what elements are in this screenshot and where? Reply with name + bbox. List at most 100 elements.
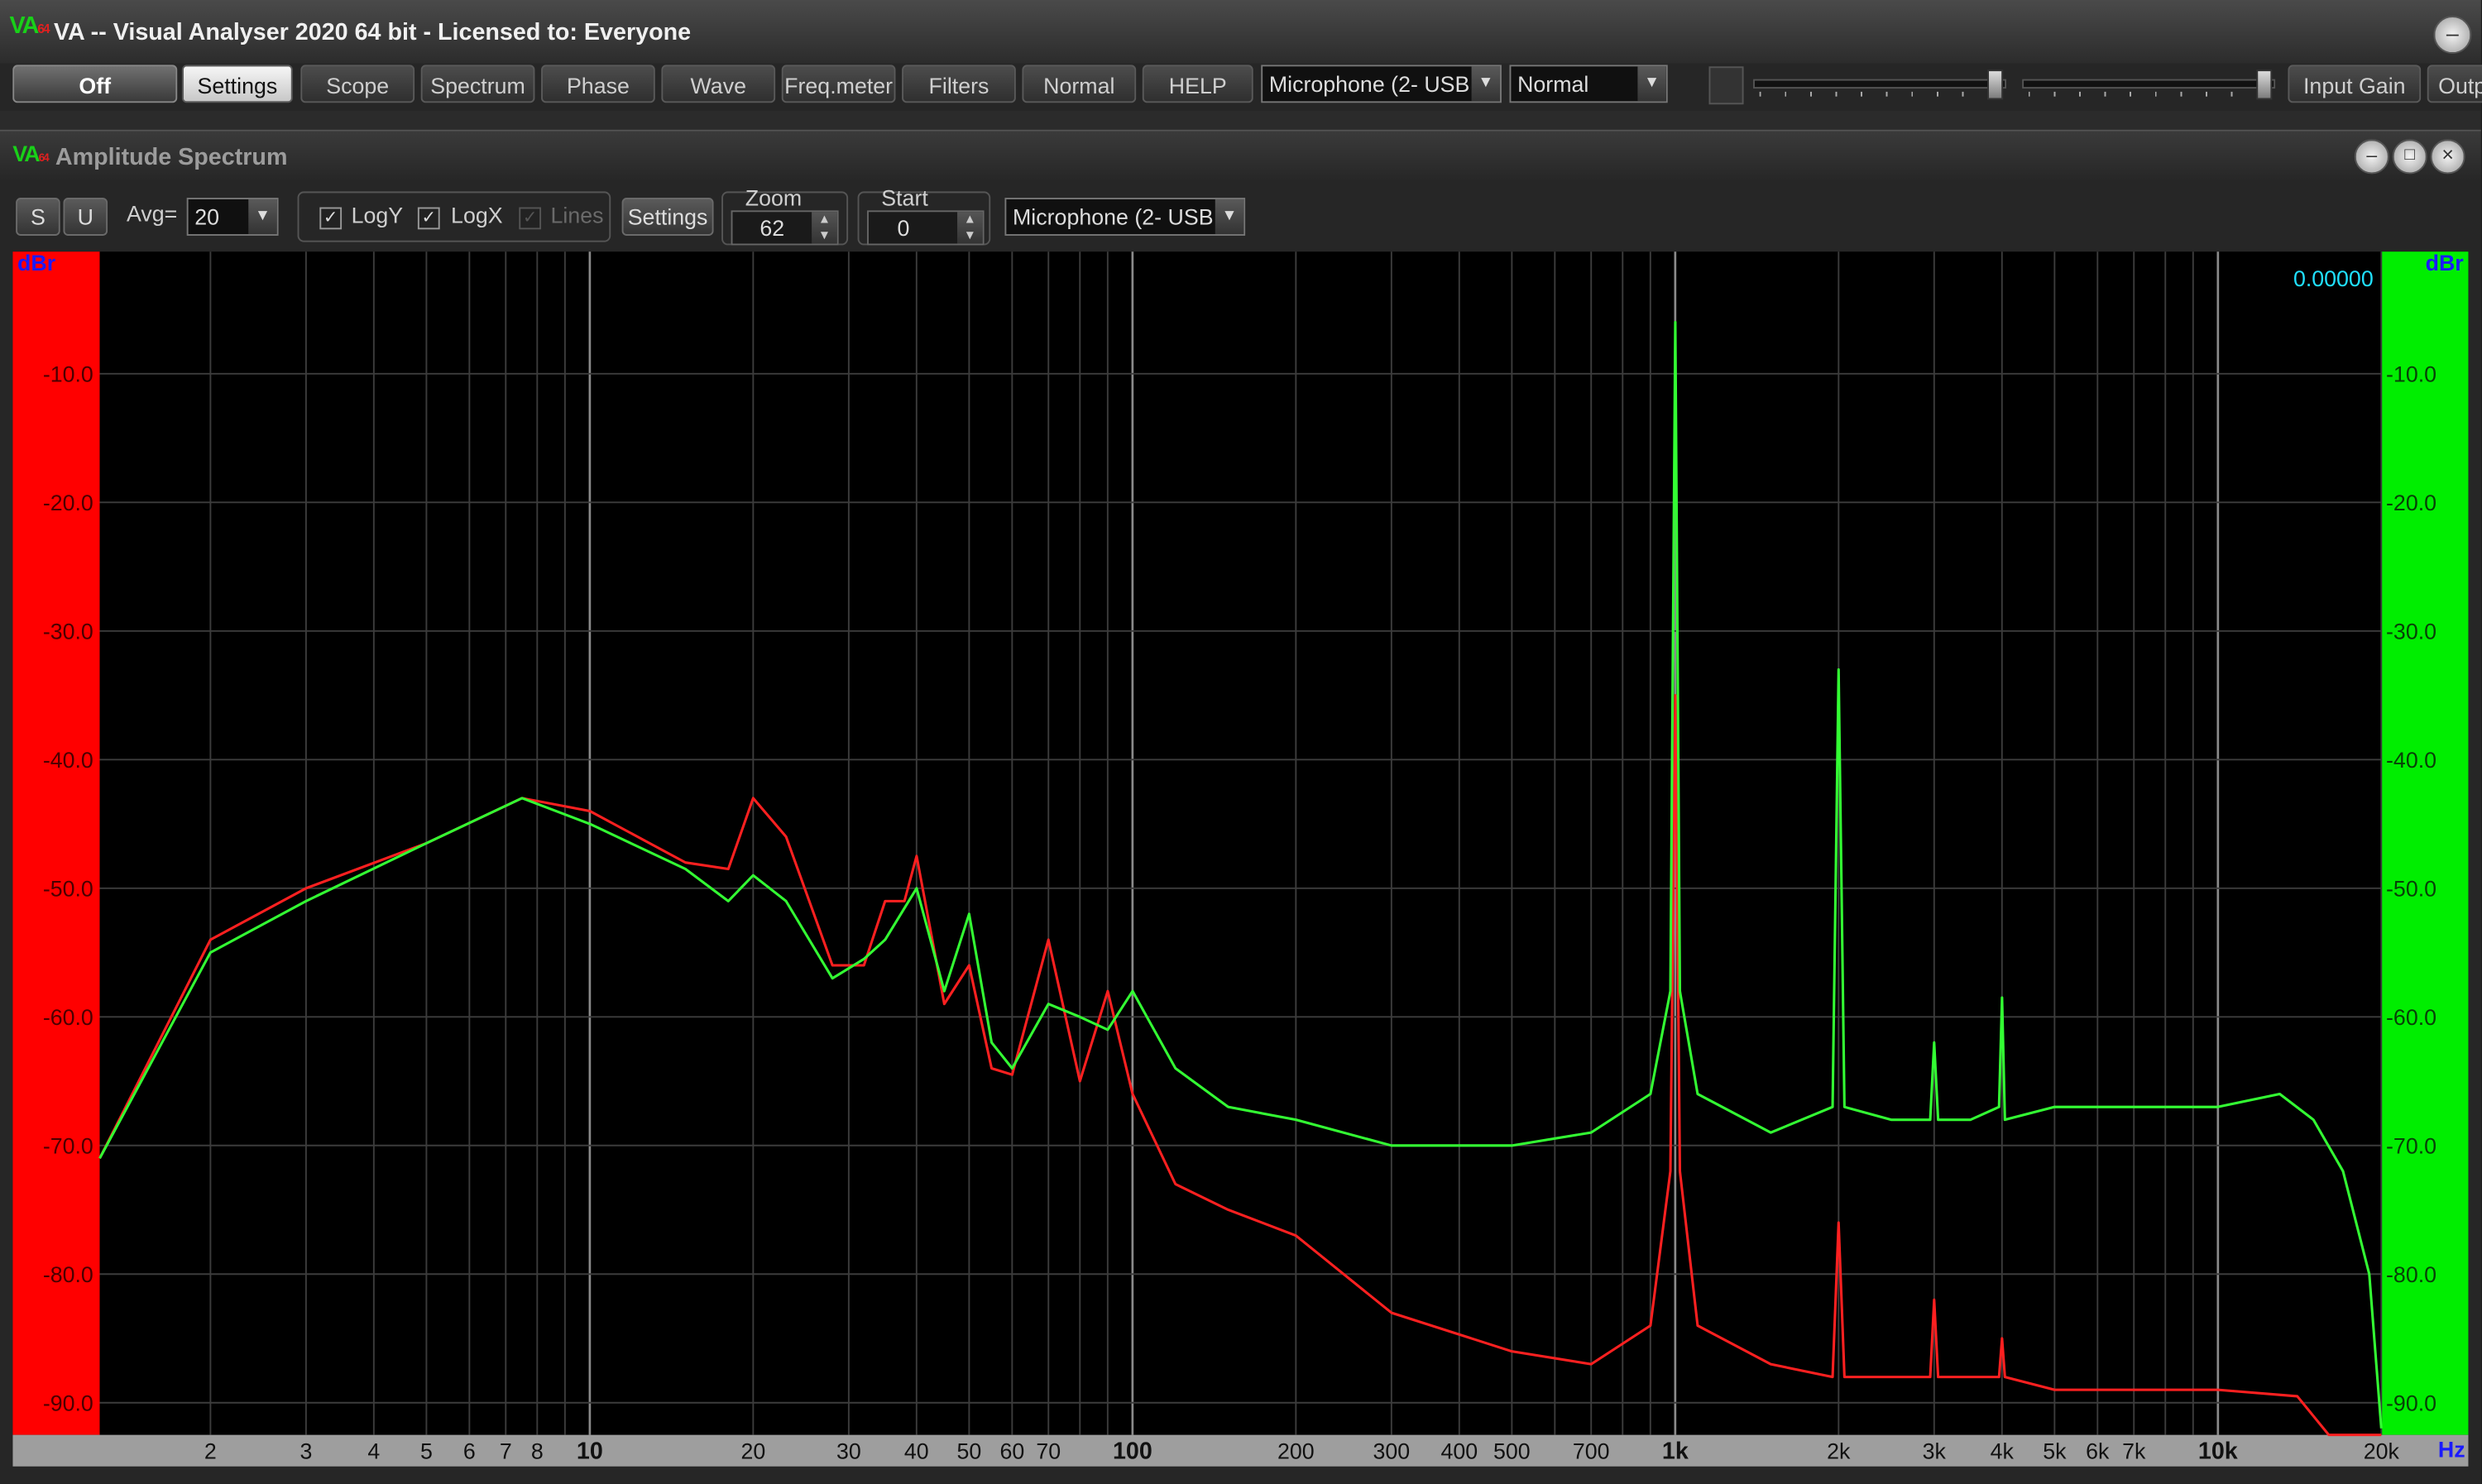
x-tick-label: 5 bbox=[420, 1439, 433, 1463]
x-tick-label: 2 bbox=[204, 1439, 217, 1463]
y-tick-label-left: -90.0 bbox=[43, 1391, 93, 1415]
y-tick-label-right: -90.0 bbox=[2386, 1391, 2436, 1415]
avg-label: Avg= bbox=[126, 200, 178, 227]
y-tick-label-left: -30.0 bbox=[43, 619, 93, 644]
y-tick-label-right: -60.0 bbox=[2386, 1005, 2436, 1030]
spin-arrows-icon[interactable]: ▲ ▼ bbox=[812, 212, 837, 244]
x-tick-label: 700 bbox=[1573, 1439, 1610, 1463]
spectrum-window-title: Amplitude Spectrum bbox=[55, 144, 288, 171]
toolbar-spacer bbox=[1708, 66, 1744, 105]
avg-select[interactable]: 20 ▼ bbox=[186, 198, 279, 236]
phase-button[interactable]: Phase bbox=[541, 65, 655, 103]
x-tick-label: 10k bbox=[2198, 1438, 2238, 1464]
title-bar: VA64 VA -- Visual Analyser 2020 64 bit -… bbox=[0, 0, 2481, 64]
y-tick-label-left: -40.0 bbox=[43, 748, 93, 773]
x-tick-label: 40 bbox=[904, 1439, 929, 1463]
settings-button[interactable]: Settings bbox=[181, 65, 293, 103]
x-tick-label: 60 bbox=[999, 1439, 1024, 1463]
right-level-bar bbox=[2381, 251, 2469, 1435]
left-gain-slider[interactable] bbox=[1753, 69, 2007, 101]
mode-select[interactable]: Normal ▼ bbox=[1509, 65, 1668, 103]
y-tick-label-left: -50.0 bbox=[43, 876, 93, 901]
u-button[interactable]: U bbox=[63, 198, 108, 236]
avg-value: 20 bbox=[194, 203, 220, 230]
lines-checkbox[interactable]: ✓ bbox=[519, 207, 542, 230]
output-button[interactable]: Outp bbox=[2427, 65, 2482, 103]
start-spinner[interactable]: 0 ▲ ▼ bbox=[867, 210, 985, 246]
x-tick-label: 20 bbox=[740, 1439, 765, 1463]
spectrum-chart-svg[interactable]: -10.0 -10.0 -20.0 -20.0 -30.0 -30.0 -40.0 -40.0… bbox=[12, 251, 2469, 1467]
freqmeter-button[interactable]: Freq.meter bbox=[781, 65, 896, 103]
y-tick-label-left: -70.0 bbox=[43, 1133, 93, 1158]
spectrum-plot[interactable]: -10.0 -10.0 -20.0 -20.0 -30.0 -30.0 -40.0 -40.0… bbox=[12, 251, 2469, 1467]
filters-button[interactable]: Filters bbox=[902, 65, 1016, 103]
s-button[interactable]: S bbox=[16, 198, 60, 236]
lines-label: Lines bbox=[550, 202, 604, 228]
y-tick-label-right: -10.0 bbox=[2386, 361, 2436, 386]
y-tick-label-right: -30.0 bbox=[2386, 619, 2436, 644]
logx-checkbox[interactable]: ✓ bbox=[417, 207, 440, 230]
x-tick-label: 200 bbox=[1277, 1439, 1315, 1463]
x-tick-label: 50 bbox=[957, 1439, 982, 1463]
minimize-icon[interactable]: – bbox=[2433, 16, 2472, 55]
minimize-icon[interactable]: – bbox=[2354, 139, 2389, 175]
y-tick-label-right: -50.0 bbox=[2386, 876, 2436, 901]
scope-button[interactable]: Scope bbox=[300, 65, 415, 103]
y-axis-label-left: dBr bbox=[17, 251, 56, 275]
x-tick-label: 20k bbox=[2364, 1439, 2400, 1463]
spectrum-title-bar: VA64 Amplitude Spectrum – □ × bbox=[0, 131, 2481, 182]
wave-button[interactable]: Wave bbox=[661, 65, 776, 103]
logy-label: LogY bbox=[351, 202, 404, 228]
spectrum-toolbar: S U Avg= 20 ▼ ✓ LogY ✓ LogX ✓ Lines Sett… bbox=[0, 182, 2481, 251]
y-tick-label-right: -80.0 bbox=[2386, 1262, 2436, 1287]
input-device-value: Microphone (2- USB bbox=[1268, 71, 1470, 97]
x-tick-label: 2k bbox=[1827, 1439, 1851, 1463]
x-tick-label: 6 bbox=[463, 1439, 476, 1463]
start-value: 0 bbox=[897, 215, 910, 241]
logx-label: LogX bbox=[451, 202, 503, 228]
chevron-down-icon: ▼ bbox=[1637, 66, 1666, 102]
y-tick-label-right: -20.0 bbox=[2386, 491, 2436, 515]
right-gain-slider[interactable] bbox=[2022, 69, 2276, 101]
x-tick-label: 4k bbox=[1991, 1439, 2015, 1463]
x-tick-label: 30 bbox=[836, 1439, 861, 1463]
mode-value: Normal bbox=[1517, 71, 1589, 97]
normal-button[interactable]: Normal bbox=[1022, 65, 1137, 103]
close-icon[interactable]: × bbox=[2430, 139, 2465, 175]
spectrum-device-select[interactable]: Microphone (2- USB ▼ bbox=[1004, 198, 1246, 236]
x-tick-label: 4 bbox=[367, 1439, 380, 1463]
slider-thumb[interactable] bbox=[1987, 69, 2004, 100]
y-tick-label-left: -80.0 bbox=[43, 1262, 93, 1287]
start-label: Start bbox=[881, 184, 928, 211]
input-device-select[interactable]: Microphone (2- USB ▼ bbox=[1261, 65, 1502, 103]
x-tick-label: 3k bbox=[1923, 1439, 1947, 1463]
readout-value: 0.00000 bbox=[2293, 266, 2374, 291]
x-tick-label: 500 bbox=[1493, 1439, 1531, 1463]
main-toolbar: Off Settings Scope Spectrum Phase Wave F… bbox=[0, 63, 2482, 111]
zoom-value: 62 bbox=[759, 215, 785, 241]
x-tick-label: 6k bbox=[2086, 1439, 2110, 1463]
y-tick-label-right: -70.0 bbox=[2386, 1133, 2436, 1158]
x-tick-label: 8 bbox=[531, 1439, 544, 1463]
x-tick-label: 1k bbox=[1662, 1438, 1689, 1464]
spectrum-device-value: Microphone (2- USB bbox=[1012, 203, 1214, 230]
spectrum-settings-button[interactable]: Settings bbox=[621, 198, 714, 236]
app-window: VA64 VA -- Visual Analyser 2020 64 bit -… bbox=[0, 0, 2482, 1484]
chevron-down-icon: ▼ bbox=[1215, 199, 1244, 235]
x-tick-label: 7 bbox=[500, 1439, 512, 1463]
logy-checkbox[interactable]: ✓ bbox=[319, 207, 343, 230]
maximize-icon[interactable]: □ bbox=[2392, 139, 2427, 175]
y-tick-label-left: -20.0 bbox=[43, 491, 93, 515]
slider-thumb[interactable] bbox=[2256, 69, 2273, 100]
y-tick-label-right: -40.0 bbox=[2386, 748, 2436, 773]
zoom-spinner[interactable]: 62 ▲ ▼ bbox=[731, 210, 839, 246]
x-tick-label: 70 bbox=[1036, 1439, 1061, 1463]
help-button[interactable]: HELP bbox=[1142, 65, 1253, 103]
input-gain-button[interactable]: Input Gain bbox=[2288, 65, 2422, 103]
y-tick-label-left: -10.0 bbox=[43, 361, 93, 386]
spectrum-button[interactable]: Spectrum bbox=[420, 65, 535, 103]
x-axis-label: Hz bbox=[2438, 1437, 2465, 1462]
off-button[interactable]: Off bbox=[12, 65, 178, 103]
x-tick-label: 400 bbox=[1440, 1439, 1478, 1463]
spin-arrows-icon[interactable]: ▲ ▼ bbox=[957, 212, 983, 244]
